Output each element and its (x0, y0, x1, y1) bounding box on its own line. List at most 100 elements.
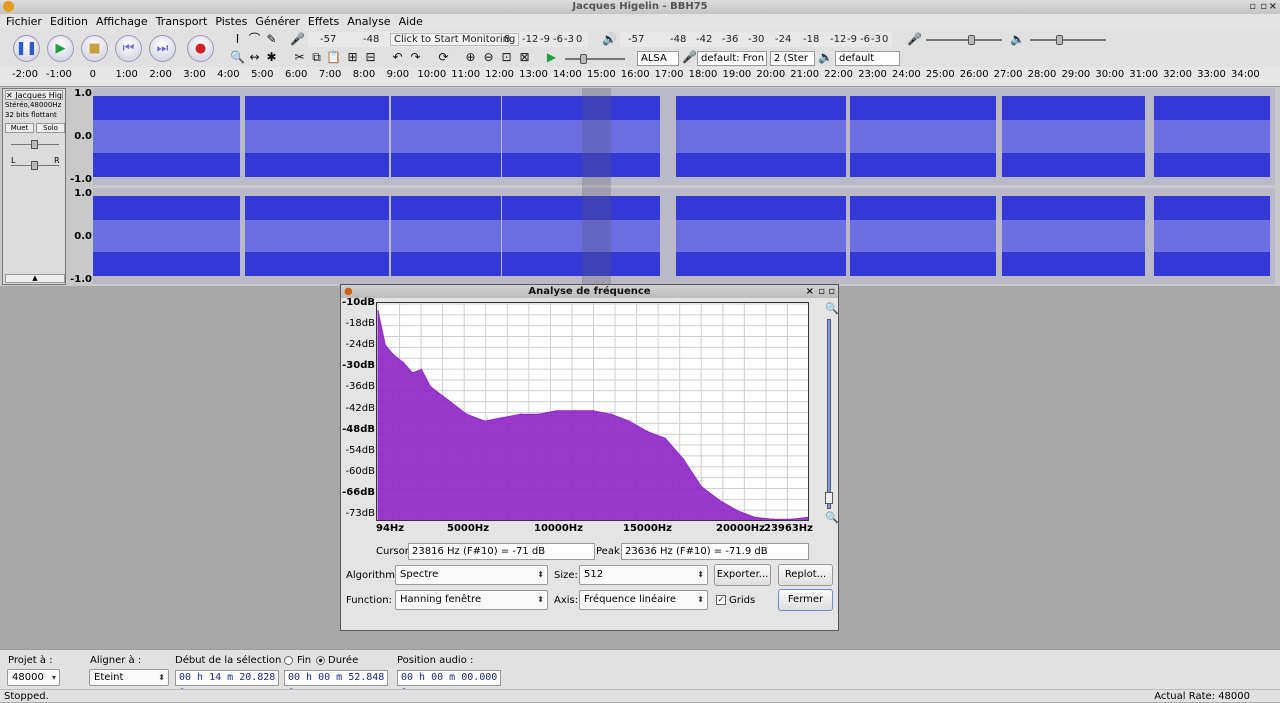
replot-button[interactable]: Replot... (778, 564, 833, 586)
audio-clip[interactable] (676, 95, 846, 178)
play-at-speed-icon[interactable]: ▶ (543, 49, 560, 66)
paste-icon[interactable]: 📋 (325, 49, 342, 66)
waveform-right-channel[interactable] (93, 188, 1275, 284)
redo-icon[interactable]: ↷ (407, 49, 424, 66)
menu-aide[interactable]: Aide (395, 14, 427, 30)
spectrum-plot[interactable] (376, 302, 809, 521)
length-radio[interactable] (316, 656, 325, 665)
cut-icon[interactable]: ✂ (291, 49, 308, 66)
slider-thumb[interactable] (968, 35, 975, 45)
minimize-button[interactable]: ▫ (1249, 0, 1256, 14)
sync-lock-icon[interactable]: ⟳ (435, 49, 452, 66)
menu-analyse[interactable]: Analyse (343, 14, 394, 30)
play-speed-slider[interactable] (565, 54, 625, 64)
maximize-button[interactable]: ▫ (1260, 0, 1267, 14)
zoom-out-plot-icon[interactable]: 🔍 (825, 511, 839, 524)
slider-thumb[interactable] (580, 54, 587, 64)
algorithm-select[interactable]: Spectre ⬍ (395, 565, 548, 585)
record-meter-icon[interactable]: 🎤 (289, 31, 306, 48)
grids-checkbox[interactable]: ✓ (716, 595, 726, 605)
project-rate-select[interactable]: 48000 ▾ (7, 669, 60, 686)
skip-end-button[interactable]: ⏭ (149, 35, 176, 62)
track-close-icon[interactable]: ✕ (6, 91, 13, 99)
playback-volume-slider[interactable] (1030, 35, 1106, 45)
waveform-left-channel[interactable] (93, 88, 1275, 185)
zoom-tool-icon[interactable]: 🔍 (229, 49, 246, 66)
dialog-minimize-icon[interactable]: ▫ (828, 285, 835, 298)
track-name-menu[interactable]: ✕ Jacques Hig ▾ (5, 90, 63, 100)
copy-icon[interactable]: ⧉ (308, 49, 325, 66)
audio-clip[interactable] (850, 95, 996, 178)
dialog-close-icon[interactable]: × (806, 285, 814, 298)
snap-select[interactable]: Eteint ⬍ (89, 669, 169, 686)
mute-button[interactable]: Muet (5, 123, 34, 133)
slider-thumb[interactable] (1056, 35, 1063, 45)
function-select[interactable]: Hanning fenêtre ⬍ (395, 590, 548, 610)
audio-clip[interactable] (391, 95, 501, 178)
menu-transport[interactable]: Transport (152, 14, 212, 30)
dialog-maximize-icon[interactable]: ▫ (818, 285, 825, 298)
slider-thumb[interactable] (31, 140, 38, 149)
zoom-in-icon[interactable]: ⊕ (462, 49, 479, 66)
play-button[interactable]: ▶ (47, 35, 74, 62)
audio-clip[interactable] (850, 195, 996, 277)
zoom-out-icon[interactable]: ⊖ (480, 49, 497, 66)
stop-button[interactable]: ■ (81, 35, 108, 62)
end-radio[interactable] (284, 656, 293, 665)
playback-meter-icon[interactable]: 🔊 (601, 31, 618, 48)
audio-clip[interactable] (1154, 95, 1270, 178)
audio-clip[interactable] (502, 95, 660, 178)
silence-icon[interactable]: ⊟ (362, 49, 379, 66)
solo-button[interactable]: Solo (36, 123, 65, 133)
zoom-in-plot-icon[interactable]: 🔍 (825, 302, 839, 315)
timeline-ruler[interactable]: -2:00 -1:00 0 1:00 2:00 3:00 4:00 5:00 6:00 7:00 8… (0, 67, 1280, 87)
selection-start-time[interactable]: 00 h 14 m 20.828 s (175, 670, 279, 697)
menu-effets[interactable]: Effets (304, 14, 343, 30)
axis-select[interactable]: Fréquence linéaire ⬍ (579, 590, 708, 610)
menu-edition[interactable]: Edition (46, 14, 92, 30)
draw-tool-icon[interactable]: ✎ (263, 31, 280, 48)
undo-icon[interactable]: ↶ (389, 49, 406, 66)
pan-slider[interactable] (11, 161, 59, 170)
audio-clip[interactable] (93, 95, 240, 178)
menu-fichier[interactable]: Fichier (2, 14, 46, 30)
playback-device-select[interactable]: default (835, 51, 900, 66)
size-select[interactable]: 512 ⬍ (579, 565, 708, 585)
multi-tool-icon[interactable]: ✱ (263, 49, 280, 66)
timeshift-tool-icon[interactable]: ↔ (246, 49, 263, 66)
slider-thumb[interactable] (825, 492, 833, 504)
audio-clip[interactable] (502, 195, 660, 277)
audio-clip[interactable] (1002, 195, 1145, 277)
export-button[interactable]: Exporter... (714, 564, 771, 586)
close-dialog-button[interactable]: Fermer (778, 589, 833, 611)
slider-thumb[interactable] (31, 161, 38, 170)
selection-region[interactable] (582, 88, 611, 284)
audio-position-time[interactable]: 00 h 00 m 00.000 s (397, 670, 501, 697)
vertical-zoom-slider[interactable] (825, 319, 833, 509)
skip-start-button[interactable]: ⏮ (115, 35, 142, 62)
audio-clip[interactable] (93, 195, 240, 277)
record-button[interactable]: ● (187, 35, 214, 62)
playback-meter[interactable]: -57 -48 -42 -36 -30 -24 -18 -12 -9 -6 -3… (620, 32, 892, 47)
audio-clip[interactable] (245, 95, 389, 178)
envelope-tool-icon[interactable]: ⌒ (246, 31, 263, 48)
channels-select[interactable]: 2 (Ster (770, 51, 815, 66)
monitor-prompt[interactable]: Click to Start Monitoring (390, 33, 520, 46)
audio-clip[interactable] (1002, 95, 1145, 178)
audio-clip[interactable] (391, 195, 501, 277)
record-volume-slider[interactable] (926, 35, 1002, 45)
fit-project-icon[interactable]: ⊠ (516, 49, 533, 66)
fit-selection-icon[interactable]: ⊡ (498, 49, 515, 66)
audio-host-select[interactable]: ALSA (637, 51, 679, 66)
menu-pistes[interactable]: Pistes (211, 14, 251, 30)
collapse-track-icon[interactable]: ▲ (5, 274, 65, 283)
audio-clip[interactable] (676, 195, 846, 277)
audio-clip[interactable] (1154, 195, 1270, 277)
audio-clip[interactable] (245, 195, 389, 277)
menu-affichage[interactable]: Affichage (92, 14, 152, 30)
menu-generer[interactable]: Générer (251, 14, 304, 30)
selection-tool-icon[interactable]: I (229, 31, 246, 48)
pause-button[interactable]: ❚❚ (13, 35, 40, 62)
record-meter[interactable]: -57 -48 Click to Start Monitoring 8 -12 … (308, 32, 588, 47)
selection-length-time[interactable]: 00 h 00 m 52.848 s (284, 670, 388, 697)
